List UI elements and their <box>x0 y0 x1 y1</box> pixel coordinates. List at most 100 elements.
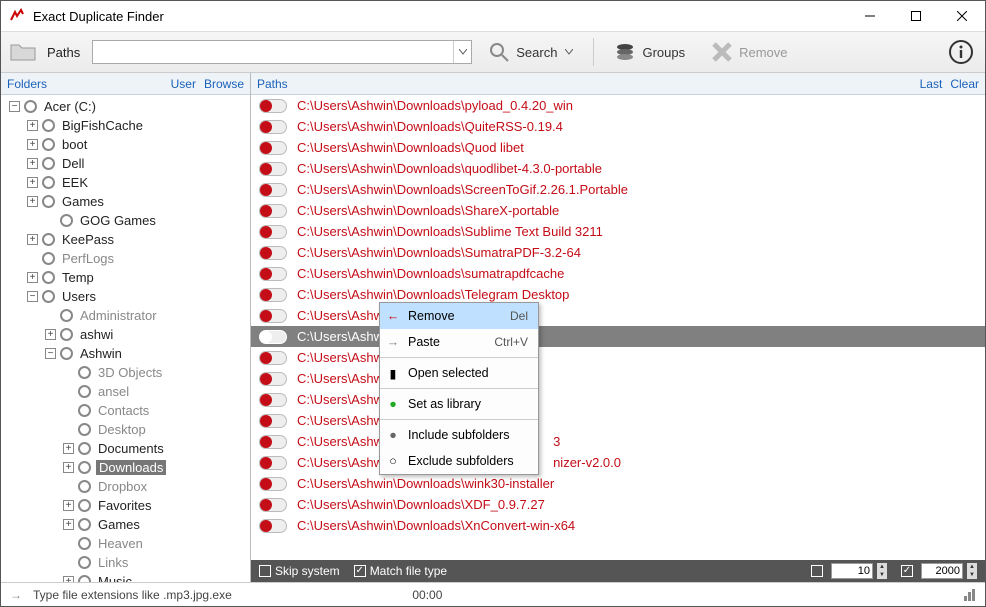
spin1-arrows[interactable]: ▲▼ <box>877 563 887 579</box>
path-row[interactable]: C:\Users\Ashwin <box>251 347 985 368</box>
match-file-type-checkbox[interactable]: Match file type <box>354 564 447 578</box>
path-toggle[interactable] <box>259 393 287 407</box>
tree-node[interactable]: +Documents <box>5 439 250 458</box>
chevron-down-icon[interactable] <box>565 49 573 55</box>
spin2-checkbox[interactable] <box>901 565 913 577</box>
path-toggle[interactable] <box>259 225 287 239</box>
path-toggle[interactable] <box>259 120 287 134</box>
tree-node[interactable]: +Downloads <box>5 458 250 477</box>
path-row[interactable]: C:\Users\Ashwin\Downloads\Telegram Deskt… <box>251 284 985 305</box>
path-row[interactable]: C:\Users\Ashwin\Downloads\ShareX-portabl… <box>251 200 985 221</box>
path-toggle[interactable] <box>259 99 287 113</box>
path-row[interactable]: C:\Users\Ashwin\Downloads\XDF_0.9.7.27 <box>251 494 985 515</box>
folder-tree[interactable]: −Acer (C:)+BigFishCache+boot+Dell+EEK+Ga… <box>1 95 250 582</box>
path-toggle[interactable] <box>259 204 287 218</box>
path-toggle[interactable] <box>259 309 287 323</box>
path-row[interactable]: C:\Users\Ashwin\Downloads\pyload_0.4.20_… <box>251 95 985 116</box>
menu-item[interactable]: ●Set as library <box>380 391 538 417</box>
tree-node[interactable]: +Music <box>5 572 250 582</box>
menu-item[interactable]: ←RemoveDel <box>380 303 538 329</box>
expand-icon[interactable]: + <box>45 329 56 340</box>
chevron-down-icon[interactable] <box>453 41 471 63</box>
groups-button[interactable]: Groups <box>604 36 695 68</box>
expand-icon[interactable]: + <box>27 158 38 169</box>
tree-node[interactable]: GOG Games <box>5 211 250 230</box>
path-row[interactable]: C:\Users\Ashwin <box>251 326 985 347</box>
paths-link-clear[interactable]: Clear <box>950 77 979 91</box>
paths-combo[interactable] <box>92 40 472 64</box>
expand-icon[interactable]: + <box>27 120 38 131</box>
tree-node[interactable]: Heaven <box>5 534 250 553</box>
path-row[interactable]: C:\Users\Ashwin3 <box>251 431 985 452</box>
path-toggle[interactable] <box>259 351 287 365</box>
tree-node[interactable]: −Ashwin <box>5 344 250 363</box>
path-toggle[interactable] <box>259 330 287 344</box>
path-toggle[interactable] <box>259 246 287 260</box>
menu-item[interactable]: ▮Open selected <box>380 360 538 386</box>
remove-button[interactable]: Remove <box>701 36 797 68</box>
path-toggle[interactable] <box>259 435 287 449</box>
close-button[interactable] <box>939 1 985 31</box>
info-button[interactable] <box>945 36 977 68</box>
maximize-button[interactable] <box>893 1 939 31</box>
spin1-checkbox[interactable] <box>811 565 823 577</box>
path-row[interactable]: C:\Users\Ashwinnizer-v2.0.0 <box>251 452 985 473</box>
path-toggle[interactable] <box>259 372 287 386</box>
path-toggle[interactable] <box>259 183 287 197</box>
expand-icon[interactable]: + <box>63 519 74 530</box>
tree-node[interactable]: +ashwi <box>5 325 250 344</box>
tree-node[interactable]: Desktop <box>5 420 250 439</box>
path-toggle[interactable] <box>259 477 287 491</box>
menu-item[interactable]: ○Exclude subfolders <box>380 448 538 474</box>
menu-item[interactable]: →PasteCtrl+V <box>380 329 538 355</box>
path-row[interactable]: C:\Users\Ashwin\Downloads\Sublime Text B… <box>251 221 985 242</box>
path-row[interactable]: C:\Users\Ashwin\Downloads\Quod libet <box>251 137 985 158</box>
path-toggle[interactable] <box>259 141 287 155</box>
collapse-icon[interactable]: − <box>9 101 20 112</box>
paths-link-last[interactable]: Last <box>920 77 943 91</box>
expand-icon[interactable]: + <box>63 500 74 511</box>
folders-link-user[interactable]: User <box>171 77 196 91</box>
tree-node[interactable]: +Games <box>5 192 250 211</box>
folders-link-browse[interactable]: Browse <box>204 77 244 91</box>
path-toggle[interactable] <box>259 456 287 470</box>
tree-node[interactable]: +Games <box>5 515 250 534</box>
tree-node[interactable]: Dropbox <box>5 477 250 496</box>
spin2-input[interactable] <box>921 563 963 579</box>
minimize-button[interactable] <box>847 1 893 31</box>
path-row[interactable]: C:\Users\Ashwin\Downloads\sumatrapdfcach… <box>251 263 985 284</box>
spin2-arrows[interactable]: ▲▼ <box>967 563 977 579</box>
context-menu[interactable]: ←RemoveDel→PasteCtrl+V ▮Open selected ●Set… <box>379 302 539 475</box>
expand-icon[interactable]: + <box>27 196 38 207</box>
expand-icon[interactable]: + <box>63 443 74 454</box>
path-row[interactable]: C:\Users\Ashwin\Downloads\quodlibet-4.3.… <box>251 158 985 179</box>
path-toggle[interactable] <box>259 288 287 302</box>
path-row[interactable]: C:\Users\Ashwin\Downloads\ScreenToGif.2.… <box>251 179 985 200</box>
tree-node[interactable]: Links <box>5 553 250 572</box>
path-row[interactable]: C:\Users\Ashwin <box>251 389 985 410</box>
expand-icon[interactable]: + <box>27 139 38 150</box>
expand-icon[interactable]: + <box>27 272 38 283</box>
expand-icon[interactable]: + <box>27 177 38 188</box>
status-chart-icon[interactable] <box>963 588 977 602</box>
path-row[interactable]: C:\Users\Ashwin\Downloads\Test <box>251 305 985 326</box>
tree-node[interactable]: ansel <box>5 382 250 401</box>
paths-list[interactable]: C:\Users\Ashwin\Downloads\pyload_0.4.20_… <box>251 95 985 560</box>
path-toggle[interactable] <box>259 498 287 512</box>
collapse-icon[interactable]: − <box>27 291 38 302</box>
tree-node[interactable]: −Users <box>5 287 250 306</box>
expand-icon[interactable]: + <box>63 462 74 473</box>
path-toggle[interactable] <box>259 162 287 176</box>
tree-node[interactable]: +BigFishCache <box>5 116 250 135</box>
tree-node[interactable]: Administrator <box>5 306 250 325</box>
tree-node[interactable]: 3D Objects <box>5 363 250 382</box>
tree-node[interactable]: +EEK <box>5 173 250 192</box>
path-toggle[interactable] <box>259 414 287 428</box>
tree-node[interactable]: +Favorites <box>5 496 250 515</box>
path-row[interactable]: C:\Users\Ashwin <box>251 368 985 389</box>
tree-node[interactable]: +boot <box>5 135 250 154</box>
tree-node[interactable]: +KeePass <box>5 230 250 249</box>
tree-node[interactable]: PerfLogs <box>5 249 250 268</box>
tree-node[interactable]: +Temp <box>5 268 250 287</box>
path-row[interactable]: C:\Users\Ashwin <box>251 410 985 431</box>
